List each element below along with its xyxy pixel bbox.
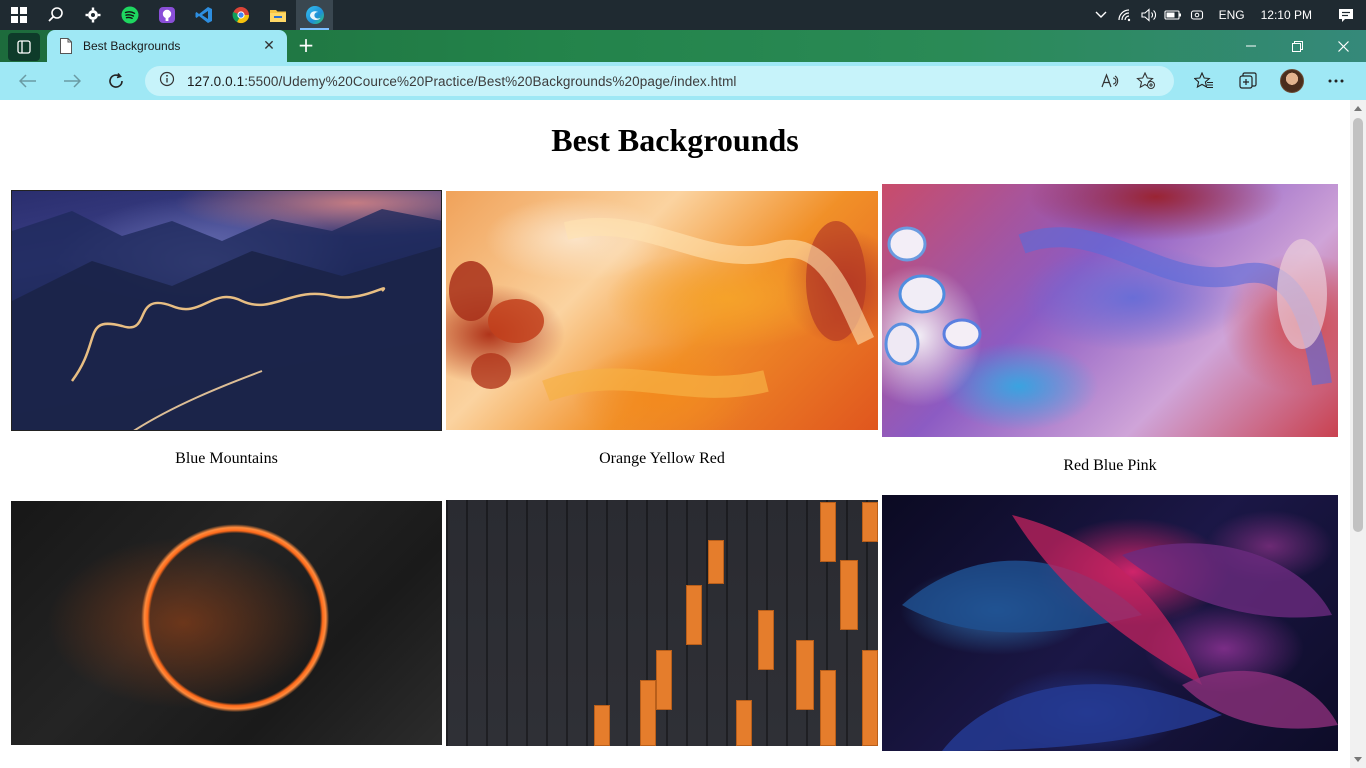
restore-icon[interactable] — [1274, 30, 1320, 62]
orange-block — [840, 560, 858, 630]
tab-best-backgrounds[interactable]: Best Backgrounds ✕ — [47, 30, 287, 62]
spotify-icon[interactable] — [111, 0, 148, 30]
vscode-icon[interactable] — [185, 0, 222, 30]
orange-block — [708, 540, 724, 584]
scroll-down-icon[interactable] — [1354, 757, 1362, 762]
orange-block — [594, 705, 610, 746]
neon-leaves-image — [882, 495, 1338, 751]
settings-icon[interactable] — [74, 0, 111, 30]
battery-icon[interactable] — [1161, 0, 1185, 30]
dark-orange-blocks-image — [446, 500, 878, 746]
refresh-icon[interactable] — [94, 62, 138, 100]
chrome-icon[interactable] — [222, 0, 259, 30]
read-aloud-icon[interactable] — [1092, 73, 1128, 89]
window-controls — [1228, 30, 1366, 62]
browser-tab-bar: Best Backgrounds ✕ + — [0, 30, 1366, 62]
card-red-blue-pink: Red Blue Pink — [882, 184, 1338, 474]
orange-block — [796, 640, 814, 710]
tab-title: Best Backgrounds — [83, 39, 181, 53]
language-indicator[interactable]: ENG — [1209, 8, 1255, 22]
favorites-icon[interactable] — [1182, 62, 1226, 100]
system-tray: ENG 12:10 PM — [1089, 0, 1366, 30]
orange-block — [820, 670, 836, 746]
blue-mountains-image — [11, 190, 442, 431]
close-window-icon[interactable] — [1320, 30, 1366, 62]
url-path: :5500/Udemy%20Cource%20Practice/Best%20B… — [244, 73, 737, 89]
orange-block — [862, 502, 878, 542]
card-caption: Orange Yellow Red — [599, 450, 725, 467]
more-options-icon[interactable] — [1314, 62, 1358, 100]
url-host: 127.0.0.1 — [187, 73, 245, 89]
orange-block — [820, 502, 836, 562]
back-icon[interactable] — [6, 62, 50, 100]
leaves-art — [902, 515, 1338, 751]
site-info-icon[interactable] — [159, 71, 175, 91]
url-text[interactable]: 127.0.0.1:5500/Udemy%20Cource%20Practice… — [187, 74, 737, 89]
notifications-icon[interactable] — [1326, 0, 1366, 30]
dark-ring-image — [11, 501, 442, 745]
web-page: Best Backgrounds Blue Mountains Orange Y — [0, 100, 1350, 768]
orange-block — [736, 700, 752, 746]
browser-toolbar: 127.0.0.1:5500/Udemy%20Cource%20Practice… — [0, 62, 1366, 100]
orange-yellow-red-image — [446, 191, 878, 430]
profile-avatar[interactable] — [1270, 62, 1314, 100]
search-icon[interactable] — [37, 0, 74, 30]
scroll-up-icon[interactable] — [1354, 106, 1362, 111]
page-icon — [59, 38, 73, 54]
fluid-art — [449, 217, 875, 402]
card-neon-leaves — [882, 495, 1338, 751]
windows-taskbar: ENG 12:10 PM — [0, 0, 1366, 30]
minimize-icon[interactable] — [1228, 30, 1274, 62]
orange-block — [656, 650, 672, 710]
volume-icon[interactable] — [1137, 0, 1161, 30]
meet-now-icon[interactable] — [1185, 0, 1209, 30]
scrollbar-thumb[interactable] — [1353, 118, 1363, 532]
file-explorer-icon[interactable] — [259, 0, 296, 30]
tab-actions-button[interactable] — [8, 33, 40, 61]
card-orange-yellow-red: Orange Yellow Red — [446, 191, 878, 467]
avatar — [1280, 69, 1304, 93]
chevron-up-icon[interactable] — [1089, 0, 1113, 30]
card-dark-ring — [11, 501, 442, 745]
card-blue-mountains: Blue Mountains — [11, 190, 442, 467]
collections-icon[interactable] — [1226, 62, 1270, 100]
github-icon[interactable] — [148, 0, 185, 30]
forward-icon[interactable] — [50, 62, 94, 100]
vertical-scrollbar[interactable] — [1350, 100, 1366, 768]
close-tab-icon[interactable]: ✕ — [261, 38, 277, 54]
orange-block — [640, 680, 656, 746]
toolbar-right — [1182, 62, 1358, 100]
windows-start-icon[interactable] — [0, 0, 37, 30]
address-bar[interactable]: 127.0.0.1:5500/Udemy%20Cource%20Practice… — [145, 66, 1174, 96]
page-title: Best Backgrounds — [551, 122, 799, 158]
orange-block — [686, 585, 702, 645]
fluid-art — [884, 226, 1332, 386]
mountain-road-art — [12, 209, 441, 430]
card-dark-blocks — [446, 500, 878, 746]
add-favorite-icon[interactable] — [1128, 72, 1164, 90]
edge-icon[interactable] — [296, 0, 333, 30]
orange-block — [862, 650, 878, 746]
card-caption: Red Blue Pink — [1063, 457, 1157, 474]
orange-block — [758, 610, 774, 670]
red-blue-pink-image — [882, 184, 1338, 437]
card-caption: Blue Mountains — [175, 450, 278, 467]
clock[interactable]: 12:10 PM — [1255, 8, 1326, 22]
new-tab-button[interactable]: + — [294, 34, 318, 58]
wifi-icon[interactable] — [1113, 0, 1137, 30]
